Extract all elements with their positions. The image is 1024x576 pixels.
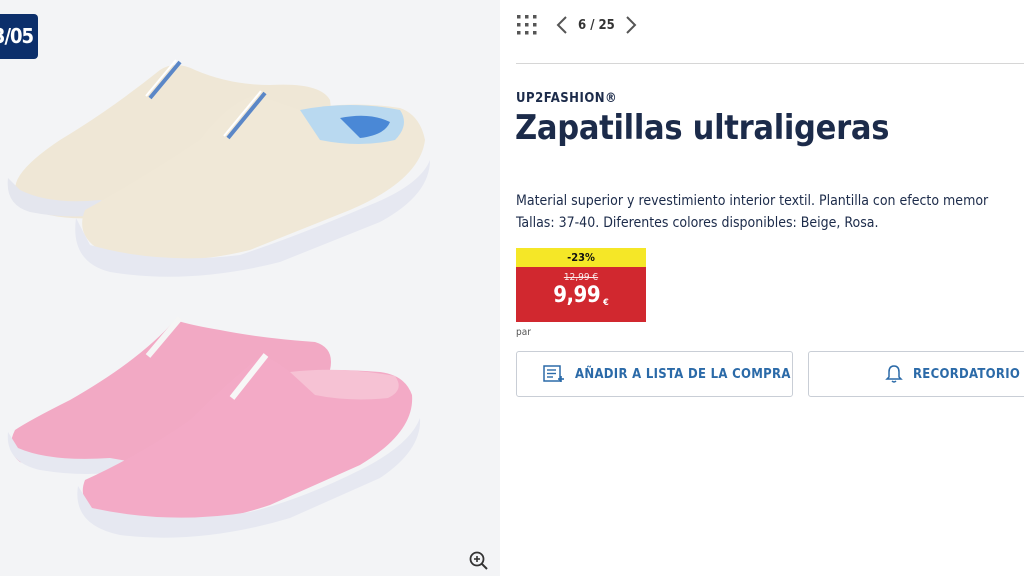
price-box: -23% 12,99 € 9,99 € <box>516 248 646 322</box>
gallery-nav: 6 / 25 <box>516 10 639 40</box>
bell-icon <box>885 365 903 383</box>
brand-name: UP2FASHION® <box>516 91 618 106</box>
shopping-list-add-icon <box>543 365 564 382</box>
current-price: 9,99 <box>553 283 601 308</box>
reminder-button[interactable]: RECORDATORIO <box>808 351 1024 397</box>
reminder-label: RECORDATORIO <box>913 366 1021 382</box>
price-unit: par <box>516 327 531 338</box>
header-divider <box>516 63 1024 64</box>
discount-badge: -23% <box>516 248 646 267</box>
currency-symbol: € <box>603 298 609 308</box>
old-price: 12,99 € <box>563 272 599 283</box>
add-to-shopping-list-button[interactable]: AÑADIR A LISTA DE LA COMPRA <box>516 351 793 397</box>
zoom-in-icon[interactable] <box>468 550 490 572</box>
date-badge: 3/05 <box>0 14 38 59</box>
chevron-left-icon[interactable] <box>554 14 570 36</box>
product-title: Zapatillas ultraligeras <box>515 108 890 148</box>
description-line-1: Material superior y revestimiento interi… <box>516 193 989 209</box>
product-image-panel[interactable]: 3/05 <box>0 0 500 576</box>
product-image <box>7 59 430 538</box>
add-to-list-label: AÑADIR A LISTA DE LA COMPRA <box>575 366 791 382</box>
description-line-2: Tallas: 37-40. Diferentes colores dispon… <box>516 215 879 231</box>
pager-label: 6 / 25 <box>578 17 615 33</box>
grid-icon[interactable] <box>516 14 538 36</box>
price-panel: 12,99 € 9,99 € <box>516 267 646 322</box>
chevron-right-icon[interactable] <box>623 14 639 36</box>
product-description: Material superior y revestimiento interi… <box>516 190 1024 234</box>
